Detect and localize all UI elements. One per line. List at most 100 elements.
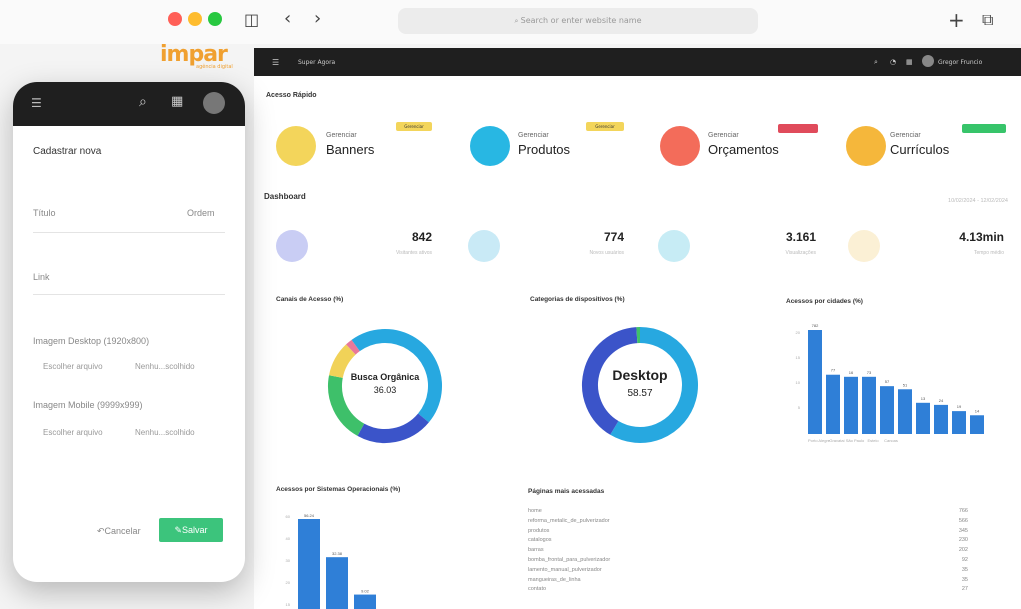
bar-os-2[interactable] <box>354 594 376 609</box>
page-name: bomba_frontal_para_pulverizador <box>528 557 611 563</box>
top-pages-title: Páginas mais acessadas <box>528 488 605 495</box>
bar-city-0[interactable] <box>808 330 822 434</box>
bar-city-value: 24 <box>939 398 944 403</box>
bar-city-9[interactable] <box>970 415 984 434</box>
img-desktop-label: Imagem Desktop (1920x800) <box>33 336 150 346</box>
save-button[interactable]: ✎Salvar <box>159 518 223 542</box>
bar-os-1[interactable] <box>326 557 348 609</box>
table-row[interactable]: bomba_frontal_para_pulverizador 92 <box>528 557 968 563</box>
bar-os-0[interactable] <box>298 519 320 609</box>
bar-city-value: 16 <box>849 370 854 375</box>
search-icon[interactable]: ⌕ <box>139 94 147 110</box>
page-count: 345 <box>958 527 968 534</box>
page-count: 202 <box>958 547 968 554</box>
x-tick-label: Canoas <box>884 438 898 443</box>
table-row[interactable]: reforma_metalic_de_pulverizador 566 <box>528 518 968 524</box>
x-tick-label: São Paulo <box>846 438 865 443</box>
table-row[interactable]: home 766 <box>528 508 968 514</box>
cancel-button[interactable]: ↶Cancelar <box>97 526 141 537</box>
table-row[interactable]: barras 202 <box>528 547 968 553</box>
form-panel: ☰ ⌕ ▦ Cadastrar nova Título Ordem Link I… <box>13 82 245 582</box>
bar-city-value: 782 <box>812 323 819 328</box>
bar-chart-os: 60 40 30 20 15 56.24 32.38 9.02 <box>286 513 376 609</box>
save-icon: ✎ <box>174 525 183 535</box>
cancel-label: Cancelar <box>104 526 141 536</box>
page-name: mangueiras_de_linha <box>528 576 581 583</box>
bar-city-value: 14 <box>975 408 980 413</box>
x-tick-label: Esteio <box>867 438 879 443</box>
bar-os-value: 32.38 <box>332 551 343 556</box>
page-name: contato <box>528 586 547 593</box>
table-row[interactable]: produtos 345 <box>528 528 968 534</box>
bar-city-4[interactable] <box>880 386 894 434</box>
table-row[interactable]: lamento_manual_pulverizador 35 <box>528 567 968 573</box>
table-row[interactable]: mangueiras_de_linha 35 <box>528 577 968 583</box>
table-row[interactable]: catalogos 230 <box>528 537 968 543</box>
donut-devices <box>582 327 698 443</box>
y-tick-label: 40 <box>286 536 291 541</box>
titulo-label: Título <box>33 208 56 218</box>
x-tick-label: Porto Alegre <box>808 438 831 443</box>
donut-channels-value: 36.03 <box>374 385 397 395</box>
form-title: Cadastrar nova <box>33 146 102 157</box>
x-tick-label: Gravataí <box>829 438 845 443</box>
bar-city-value: 19 <box>957 404 962 409</box>
channels-slice-1[interactable] <box>357 413 429 443</box>
bar-city-3[interactable] <box>862 376 876 434</box>
bar-city-6[interactable] <box>916 402 930 434</box>
y-tick-label: 20 <box>796 330 801 335</box>
page-count: 35 <box>961 576 968 583</box>
table-row[interactable]: contato 27 <box>528 586 968 592</box>
bar-city-2[interactable] <box>844 376 858 434</box>
page-count: 35 <box>961 566 968 573</box>
page-name: barras <box>528 547 544 554</box>
page-name: catalogos <box>528 537 552 544</box>
page-name: home <box>528 508 542 514</box>
file-status-desktop: Nenhu...scolhido <box>135 362 195 371</box>
channels-slice-4[interactable] <box>346 339 360 355</box>
page-name: lamento_manual_pulverizador <box>528 566 602 573</box>
page-count: 230 <box>958 537 968 544</box>
page-name: reforma_metalic_de_pulverizador <box>528 517 610 524</box>
panel-header: ☰ ⌕ ▦ <box>13 82 245 126</box>
devices-slice-0[interactable] <box>610 327 698 443</box>
ordem-label: Ordem <box>187 208 215 218</box>
bar-city-5[interactable] <box>898 389 912 434</box>
bar-city-8[interactable] <box>952 411 966 434</box>
bar-os-value: 9.02 <box>361 589 370 594</box>
bar-city-value: 57 <box>885 379 890 384</box>
bar-city-value: 73 <box>867 370 872 375</box>
bar-city-1[interactable] <box>826 374 840 434</box>
channels-slice-2[interactable] <box>328 375 365 436</box>
bar-city-value: 51 <box>903 382 908 387</box>
bar-chart-cities: 20 15 10 5 782 Porto Alegre 77 Gravataí 16 São Pa… <box>796 323 984 443</box>
file-status-mobile: Nenhu...scolhido <box>135 428 195 437</box>
page-name: produtos <box>528 527 550 534</box>
page-count: 27 <box>961 586 968 593</box>
menu-icon[interactable]: ☰ <box>31 96 42 110</box>
titulo-field[interactable] <box>33 232 225 233</box>
link-label: Link <box>33 272 50 282</box>
link-field[interactable] <box>33 294 225 295</box>
y-tick-label: 5 <box>798 405 801 410</box>
avatar[interactable] <box>203 92 225 114</box>
bar-city-value: 13 <box>921 396 926 401</box>
donut-channels-label: Busca Orgânica <box>351 372 421 382</box>
page-count: 92 <box>961 557 968 563</box>
choose-file-desktop-button[interactable]: Escolher arquivo <box>43 362 103 371</box>
cancel-icon: ↶ <box>97 526 105 536</box>
bar-os-value: 56.24 <box>304 513 315 518</box>
bar-city-value: 77 <box>831 368 836 373</box>
channels-slice-3[interactable] <box>329 344 356 379</box>
bar-city-7[interactable] <box>934 404 948 434</box>
y-tick-label: 15 <box>286 602 291 607</box>
channels-slice-5[interactable] <box>351 329 386 352</box>
page-count: 766 <box>958 508 968 514</box>
img-mobile-label: Imagem Mobile (9999x999) <box>33 400 143 410</box>
y-tick-label: 10 <box>796 380 801 385</box>
choose-file-mobile-button[interactable]: Escolher arquivo <box>43 428 103 437</box>
page-count: 566 <box>958 517 968 524</box>
save-label: Salvar <box>182 525 208 535</box>
donut-devices-value: 58.57 <box>627 388 652 399</box>
apps-icon[interactable]: ▦ <box>171 94 183 109</box>
